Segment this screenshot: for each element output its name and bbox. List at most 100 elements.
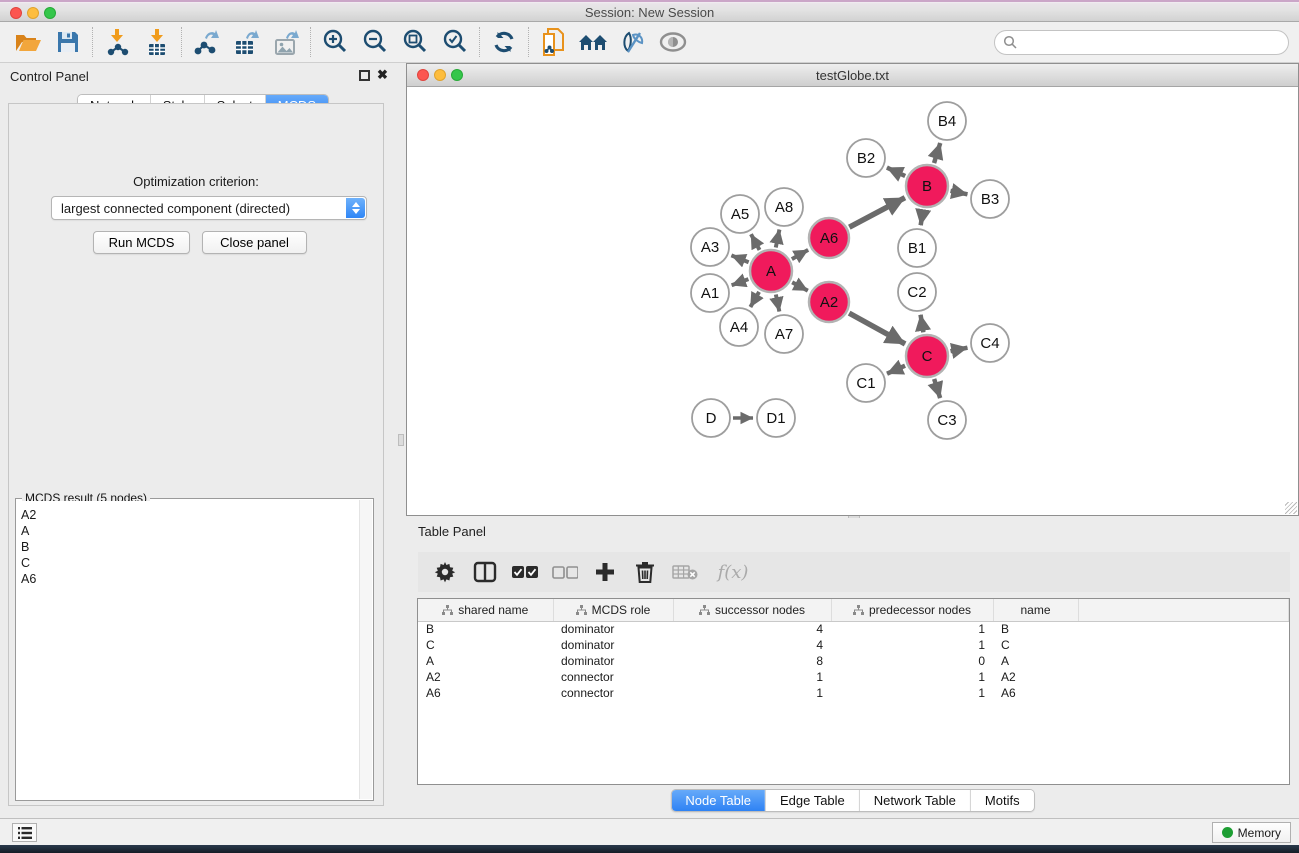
- table-cell[interactable]: A2: [418, 669, 553, 685]
- table-cell[interactable]: 1: [673, 669, 831, 685]
- table-cell[interactable]: B: [993, 621, 1078, 637]
- optimization-criterion-dropdown[interactable]: largest connected component (directed): [51, 196, 367, 220]
- open-session-button[interactable]: [8, 25, 48, 59]
- table-cell[interactable]: connector: [553, 685, 673, 701]
- table-cell[interactable]: C: [418, 637, 553, 653]
- graph-edge-B-B2[interactable]: [887, 168, 905, 176]
- graph-edge-A-A1[interactable]: [732, 279, 749, 285]
- import-table-button[interactable]: [137, 25, 177, 59]
- resize-grip-icon[interactable]: [1285, 502, 1297, 514]
- table-cell[interactable]: 4: [673, 637, 831, 653]
- graph-edge-C-C2[interactable]: [921, 315, 924, 333]
- run-mcds-button[interactable]: Run MCDS: [93, 231, 190, 254]
- scrollbar[interactable]: [359, 500, 372, 799]
- add-row-button[interactable]: [590, 557, 620, 587]
- tab-edge-table[interactable]: Edge Table: [765, 790, 859, 811]
- export-table-button[interactable]: [226, 25, 266, 59]
- close-panel-button[interactable]: Close panel: [202, 231, 307, 254]
- table-cell[interactable]: A6: [993, 685, 1078, 701]
- function-builder-button[interactable]: f(x): [710, 557, 756, 587]
- refresh-view-button[interactable]: [484, 25, 524, 59]
- graph-edge-C-C4[interactable]: [951, 348, 968, 352]
- graph-edge-C-C1[interactable]: [887, 366, 905, 374]
- graph-edge-C-C3[interactable]: [934, 379, 940, 398]
- search-input[interactable]: [994, 30, 1289, 55]
- zoom-in-button[interactable]: [315, 25, 355, 59]
- table-row[interactable]: Bdominator41B: [418, 621, 1289, 637]
- table-cell[interactable]: 8: [673, 653, 831, 669]
- table-cell[interactable]: dominator: [553, 653, 673, 669]
- graph-edge-A-A6[interactable]: [792, 250, 808, 259]
- table-row[interactable]: Cdominator41C: [418, 637, 1289, 653]
- network-from-selection-button[interactable]: [533, 25, 573, 59]
- graph-edge-A-A2[interactable]: [792, 282, 808, 290]
- zoom-out-button[interactable]: [355, 25, 395, 59]
- mcds-result-item[interactable]: B: [21, 539, 358, 555]
- mcds-result-item[interactable]: A: [21, 523, 358, 539]
- delete-table-button[interactable]: [670, 557, 700, 587]
- show-panel-list-button[interactable]: [12, 823, 37, 842]
- select-all-button[interactable]: [510, 557, 540, 587]
- col-header-shared-name[interactable]: shared name: [418, 599, 553, 621]
- zoom-selected-button[interactable]: [435, 25, 475, 59]
- table-cell[interactable]: dominator: [553, 621, 673, 637]
- graph-edge-A-A8[interactable]: [776, 230, 780, 248]
- save-session-button[interactable]: [48, 25, 88, 59]
- graph-edge-A-A5[interactable]: [751, 234, 760, 250]
- table-row[interactable]: Adominator80A: [418, 653, 1289, 669]
- delete-rows-button[interactable]: [630, 557, 660, 587]
- export-image-button[interactable]: [266, 25, 306, 59]
- table-row[interactable]: A6connector11A6: [418, 685, 1289, 701]
- graph-edge-B-B1[interactable]: [921, 210, 924, 226]
- table-cell[interactable]: A2: [993, 669, 1078, 685]
- table-cell[interactable]: 1: [831, 637, 993, 653]
- table-cell[interactable]: 1: [673, 685, 831, 701]
- graph-edge-A-A4[interactable]: [750, 292, 759, 307]
- table-cell[interactable]: A: [418, 653, 553, 669]
- tab-node-table[interactable]: Node Table: [671, 790, 765, 811]
- memory-button[interactable]: Memory: [1212, 822, 1291, 843]
- mcds-result-item[interactable]: C: [21, 555, 358, 571]
- deselect-all-button[interactable]: [550, 557, 580, 587]
- zoom-fit-button[interactable]: [395, 25, 435, 59]
- column-settings-button[interactable]: [430, 557, 460, 587]
- graph-edge-A2-C[interactable]: [849, 313, 905, 344]
- tab-motifs[interactable]: Motifs: [970, 790, 1034, 811]
- mcds-result-item[interactable]: A6: [21, 571, 358, 587]
- table-cell[interactable]: dominator: [553, 637, 673, 653]
- col-header-name[interactable]: name: [993, 599, 1078, 621]
- table-cell[interactable]: 1: [831, 669, 993, 685]
- float-panel-icon[interactable]: [359, 70, 370, 81]
- table-cell[interactable]: 4: [673, 621, 831, 637]
- table-cell[interactable]: 1: [831, 621, 993, 637]
- table-cell[interactable]: C: [993, 637, 1078, 653]
- window-title: Session: New Session: [0, 5, 1299, 20]
- graph-edge-A6-B[interactable]: [849, 198, 905, 228]
- table-cell[interactable]: A: [993, 653, 1078, 669]
- network-canvas[interactable]: B4B2BB3A8A5A6B1A3AC2A1A2A4A7C4CC1C3DD1: [407, 87, 1298, 515]
- table-row[interactable]: A2connector11A2: [418, 669, 1289, 685]
- table-cell[interactable]: connector: [553, 669, 673, 685]
- hide-annotations-button[interactable]: [613, 25, 653, 59]
- col-header-successor-nodes[interactable]: successor nodes: [673, 599, 831, 621]
- splitter-handle[interactable]: [398, 434, 404, 446]
- graph-edge-B-B4[interactable]: [934, 143, 940, 163]
- col-header-predecessor-nodes[interactable]: predecessor nodes: [831, 599, 993, 621]
- tab-network-table[interactable]: Network Table: [859, 790, 970, 811]
- table-cell[interactable]: 0: [831, 653, 993, 669]
- graph-edge-A-A3[interactable]: [731, 255, 748, 262]
- network-window-titlebar[interactable]: testGlobe.txt: [407, 64, 1298, 87]
- col-header-mcds-role[interactable]: MCDS role: [553, 599, 673, 621]
- home-layout-button[interactable]: [573, 25, 613, 59]
- close-panel-icon[interactable]: ✖: [377, 67, 388, 83]
- import-network-button[interactable]: [97, 25, 137, 59]
- table-cell[interactable]: 1: [831, 685, 993, 701]
- split-table-button[interactable]: [470, 557, 500, 587]
- graph-edge-B-B3[interactable]: [951, 191, 968, 195]
- export-network-button[interactable]: [186, 25, 226, 59]
- table-cell[interactable]: A6: [418, 685, 553, 701]
- mcds-result-item[interactable]: A2: [21, 507, 358, 523]
- show-hide-graphics-button[interactable]: [653, 25, 693, 59]
- graph-edge-A-A7[interactable]: [776, 295, 780, 312]
- table-cell[interactable]: B: [418, 621, 553, 637]
